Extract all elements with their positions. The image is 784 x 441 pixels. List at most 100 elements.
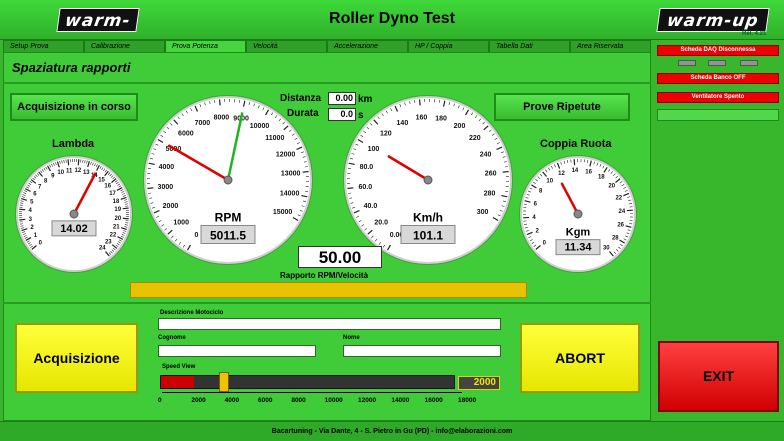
gauge-tick-label: 100 bbox=[368, 146, 380, 153]
ratio-value: 50.00 bbox=[298, 246, 382, 268]
gauge-tick-label: 17 bbox=[109, 191, 116, 197]
gauge-tick-label: 24 bbox=[99, 246, 106, 252]
speed-view-scale-label: 14000 bbox=[391, 397, 410, 404]
gauge-tick-label: 4000 bbox=[159, 164, 175, 171]
tab-area-riservata[interactable]: Area Riservata bbox=[570, 40, 651, 52]
speed-view-scale-label: 10000 bbox=[324, 397, 343, 404]
gauge-tick-label: 20.0 bbox=[374, 219, 388, 226]
exit-button[interactable]: EXIT bbox=[658, 341, 779, 412]
divider-top bbox=[3, 82, 651, 84]
gauge-tick bbox=[147, 187, 154, 190]
gauge-tick bbox=[122, 217, 129, 220]
gauge-tick-label: 12 bbox=[74, 168, 81, 174]
tab-velocita[interactable]: Velocità bbox=[246, 40, 327, 52]
gauge-unit-label: Kgm bbox=[566, 227, 591, 239]
gauge-tick-label: 2000 bbox=[163, 203, 179, 210]
acquisizione-status-button[interactable]: Acquisizione in corso bbox=[10, 93, 138, 121]
cognome-field[interactable] bbox=[158, 345, 316, 357]
tab-calibrazione[interactable]: Calibrazione bbox=[84, 40, 165, 52]
speed-view-label: Speed View bbox=[162, 364, 196, 370]
gauge-tick-label: 13 bbox=[83, 170, 90, 176]
gauge-tick-label: 300 bbox=[477, 209, 489, 216]
gauge-tick-label: 10 bbox=[57, 170, 64, 176]
gauge-value: 11.34 bbox=[565, 242, 593, 254]
gauge-value: 101.1 bbox=[413, 229, 443, 243]
ratio-label: Rapporto RPM/Velocità bbox=[280, 271, 369, 280]
gauge-tick-label: 22 bbox=[110, 232, 117, 238]
gauge-tick-label: 20 bbox=[114, 216, 121, 222]
speed-view-value[interactable]: 2000 bbox=[458, 376, 500, 390]
led-2 bbox=[708, 60, 726, 66]
gauge-tick-label: 19 bbox=[114, 207, 121, 213]
version-label: Rel. 4.21 bbox=[742, 31, 767, 37]
gauge-tick-label: 14000 bbox=[280, 190, 300, 197]
gauge-tick-label: 24 bbox=[619, 209, 626, 215]
gauge-tick-label: 260 bbox=[485, 171, 497, 178]
gauge-hub bbox=[223, 175, 233, 185]
gauge-tick-label: 220 bbox=[469, 135, 481, 142]
gauge-tick bbox=[77, 159, 80, 166]
gauge-tick-label: 140 bbox=[397, 120, 409, 127]
gauge-value: 5011.5 bbox=[210, 229, 246, 243]
nome-label: Nome bbox=[343, 335, 360, 341]
gauge-tick-label: 12000 bbox=[276, 152, 296, 159]
gauge-tick-label: 12 bbox=[558, 171, 565, 177]
gauge-tick-label: 8000 bbox=[214, 115, 230, 122]
descrizione-field[interactable] bbox=[158, 318, 501, 330]
gauge-tick-label: 18 bbox=[113, 199, 120, 205]
progress-bar bbox=[130, 282, 527, 298]
speed-view-scale-label: 12000 bbox=[358, 397, 377, 404]
gauge-tick bbox=[67, 159, 70, 166]
gauge-tick bbox=[502, 170, 509, 173]
tab-bar: Setup Prova Calibrazione Prova Potenza V… bbox=[3, 40, 651, 52]
gauge-tick-label: 23 bbox=[105, 240, 112, 246]
gauge-tick-label: 10 bbox=[546, 178, 553, 184]
gauge-tick-label: 200 bbox=[454, 123, 466, 130]
daq-status-button[interactable]: Scheda DAQ Disconnessa bbox=[657, 45, 779, 56]
tab-tabella-dati[interactable]: Tabella Dati bbox=[489, 40, 570, 52]
tab-accelerazione[interactable]: Accelerazione bbox=[327, 40, 408, 52]
gauge-hub bbox=[423, 175, 433, 185]
gauge-tick-label: 28 bbox=[612, 235, 619, 241]
acquisizione-button[interactable]: Acquisizione bbox=[15, 323, 138, 393]
gauge-tick-label: 21 bbox=[113, 224, 120, 230]
gauge-unit-label: RPM bbox=[215, 211, 242, 225]
gauge-hub bbox=[69, 209, 79, 219]
gauge-tick-label: 280 bbox=[484, 190, 496, 197]
gauge-tick bbox=[19, 218, 26, 221]
speed-view-scale-label: 0 bbox=[158, 397, 162, 404]
gauge-tick-label: 60.0 bbox=[359, 184, 373, 191]
speed-gauge: 0.0020.040.060.080.0100120140160 18020022… bbox=[343, 95, 513, 265]
gauge-tick-label: 11000 bbox=[265, 135, 284, 142]
abort-button[interactable]: ABORT bbox=[520, 323, 640, 393]
gauge-tick bbox=[122, 207, 129, 210]
nome-field[interactable] bbox=[343, 345, 501, 357]
gauge-tick-label: 14 bbox=[572, 168, 579, 174]
gauge-tick-label: 16 bbox=[585, 169, 592, 175]
gauge-tick-label: 3000 bbox=[158, 184, 174, 191]
ventilatore-status-button[interactable]: Ventilatore Spento bbox=[657, 92, 779, 103]
tab-setup-prova[interactable]: Setup Prova bbox=[3, 40, 84, 52]
speed-view-scale-label: 16000 bbox=[424, 397, 443, 404]
gauge-tick-label: 16 bbox=[104, 184, 111, 190]
gauge-tick-label: 10000 bbox=[250, 123, 270, 130]
speed-view-scale-label: 8000 bbox=[291, 397, 306, 404]
gauge-tick-label: 40.0 bbox=[364, 203, 378, 210]
gauge-unit-label: Km/h bbox=[413, 211, 443, 225]
speed-view-track[interactable] bbox=[160, 375, 455, 389]
gauge-tick-label: 30 bbox=[603, 246, 610, 252]
gauge-tick-label: 160 bbox=[416, 115, 428, 122]
tab-hp-coppia[interactable]: HP / Coppia bbox=[408, 40, 489, 52]
tab-prova-potenza[interactable]: Prova Potenza bbox=[165, 40, 246, 52]
gauge-tick bbox=[418, 99, 421, 106]
gauge-tick bbox=[218, 99, 221, 106]
gauge-tick-label: 120 bbox=[380, 131, 392, 138]
coppia-title: Coppia Ruota bbox=[540, 138, 612, 150]
speed-view-scale-label: 4000 bbox=[224, 397, 240, 404]
speed-view-thumb[interactable] bbox=[218, 372, 229, 392]
warmup-logo-right: warm-up bbox=[656, 8, 770, 32]
gauge-tick-label: 11 bbox=[66, 168, 73, 174]
banco-status-button[interactable]: Scheda Banco OFF bbox=[657, 73, 779, 84]
gauge-tick bbox=[302, 170, 309, 173]
title-bar: warm-up Roller Dyno Test warm-up Rel. 4.… bbox=[0, 0, 784, 55]
